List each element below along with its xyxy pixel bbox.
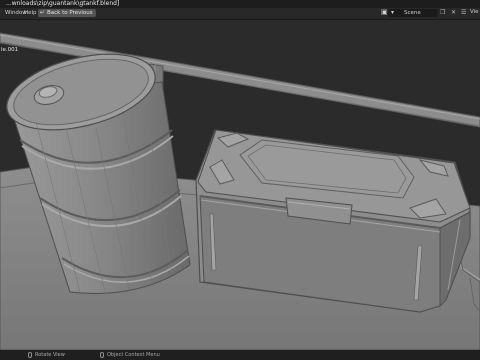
mouse-icon	[100, 351, 104, 358]
view-layer-label[interactable]: Vie	[470, 9, 479, 15]
layers-icon: ☰	[461, 9, 467, 16]
menu-help[interactable]: Help	[22, 9, 39, 17]
back-to-previous-label: Back to Previous	[47, 10, 93, 16]
scene-type-icon: ▾	[391, 9, 395, 16]
close-icon[interactable]: ✕	[451, 9, 456, 16]
rotate-view-label: Rotate View	[35, 352, 65, 358]
viewport-scene	[0, 20, 480, 351]
scene-selector[interactable]: ▾ Scene	[388, 9, 438, 17]
mouse-icon	[28, 351, 32, 358]
top-bar: Window Help ↵ Back to Previous ▣ ▾ Scene…	[0, 8, 480, 20]
status-object-context-menu: Object Context Menu	[100, 350, 160, 360]
back-to-previous-button[interactable]: ↵ Back to Previous	[38, 9, 96, 17]
status-bar: Rotate View Object Context Menu	[0, 350, 480, 360]
3d-viewport[interactable]: le.001	[0, 20, 480, 351]
copy-icon[interactable]: ❐	[440, 9, 445, 16]
viewport-object-label: le.001	[1, 47, 19, 53]
title-bar: ...wnloads\zip\guantank\gtankf.blend]	[0, 0, 480, 8]
window-title: ...wnloads\zip\guantank\gtankf.blend]	[6, 0, 120, 7]
scene-label: Scene	[404, 10, 421, 16]
back-icon: ↵	[40, 10, 45, 16]
status-rotate-view: Rotate View	[28, 350, 65, 360]
object-context-menu-label: Object Context Menu	[107, 352, 160, 358]
scene-icon: ▣	[381, 8, 388, 16]
